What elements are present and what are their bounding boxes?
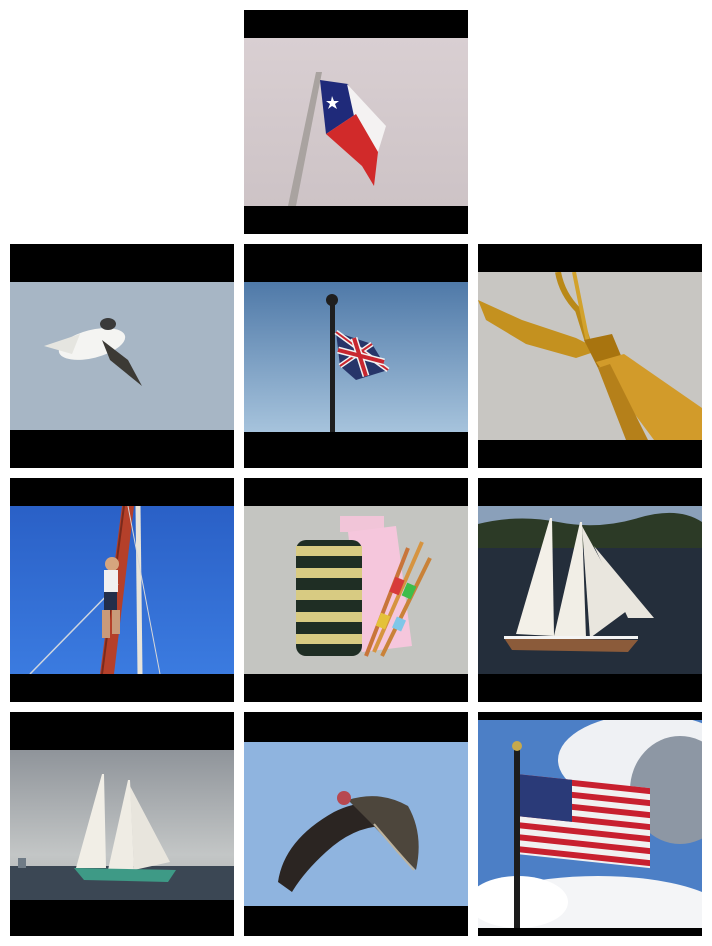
photo-union-jack[interactable] <box>244 244 468 468</box>
photo-texas-flag[interactable] <box>244 10 468 234</box>
knitted-pouch-image <box>244 506 468 674</box>
photo-model-sailboat[interactable] <box>478 478 702 702</box>
union-jack-flag-image <box>244 282 468 432</box>
white-bird-image <box>10 282 234 430</box>
mast-climber-image <box>10 506 234 674</box>
gold-tie-image <box>478 272 702 440</box>
photo-white-bird[interactable] <box>10 244 234 468</box>
photo-gold-tie[interactable] <box>478 244 702 468</box>
vulture-image <box>244 742 468 906</box>
texas-flag-image <box>244 38 468 206</box>
stars-and-stripes <box>520 774 650 869</box>
photo-schooner[interactable] <box>10 712 234 936</box>
schooner-image <box>10 750 234 900</box>
photo-mast-climber[interactable] <box>10 478 234 702</box>
photo-knitted-pouch[interactable] <box>244 478 468 702</box>
photo-american-flag[interactable] <box>478 712 702 936</box>
american-flag-image <box>478 720 702 928</box>
photo-vulture[interactable] <box>244 712 468 936</box>
model-sailboat-image <box>478 506 702 674</box>
pouch <box>296 540 362 656</box>
